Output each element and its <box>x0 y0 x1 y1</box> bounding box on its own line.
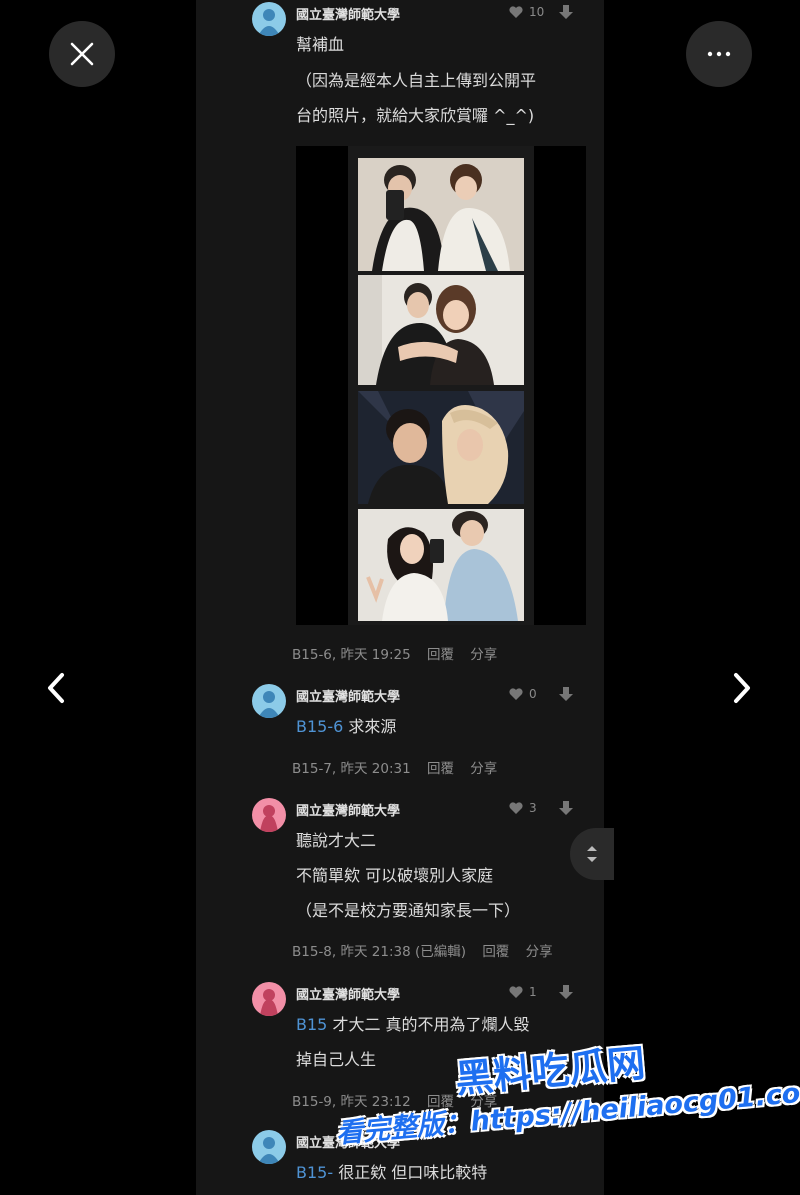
share-button[interactable]: 分享 <box>470 647 497 663</box>
comment-text-line: 不簡單欸 可以破壞別人家庭 <box>296 866 494 885</box>
comment-text-line: （因為是經本人自主上傳到公開平 <box>296 71 537 90</box>
arrow-down-icon[interactable] <box>558 800 574 816</box>
scroll-arrows-icon <box>587 846 597 862</box>
comment-floor-time: B15-7, 昨天 20:31 <box>292 761 411 777</box>
attached-photo[interactable] <box>296 146 586 625</box>
reply-button[interactable]: 回覆 <box>427 761 454 777</box>
chevron-right-icon <box>734 673 750 703</box>
reply-button[interactable]: 回覆 <box>482 944 509 960</box>
avatar[interactable] <box>252 2 286 36</box>
comment-floor-time: B15-6, 昨天 19:25 <box>292 647 411 663</box>
more-horizontal-icon <box>707 51 731 57</box>
comment-text-line: B15- 很正欸 但口味比較特 <box>296 1156 487 1190</box>
comment-author: 國立臺灣師範大學 <box>296 988 401 1003</box>
share-button[interactable]: 分享 <box>470 761 497 777</box>
heart-icon <box>509 6 523 18</box>
close-icon <box>70 42 94 66</box>
reply-button[interactable]: 回覆 <box>427 647 454 663</box>
comment-meta: B15-6, 昨天 19:25 回覆 分享 <box>292 643 509 663</box>
avatar[interactable] <box>252 684 286 718</box>
share-button[interactable]: 分享 <box>526 944 553 960</box>
floor-reference-link[interactable]: B15-6 <box>296 717 343 736</box>
comment-text-line: 掉自己人生 <box>296 1050 377 1069</box>
heart-icon <box>509 802 523 814</box>
scroll-handle[interactable] <box>570 828 614 880</box>
comment-text-line: 台的照片，就給大家欣賞囉 ^_^) <box>296 106 535 125</box>
avatar[interactable] <box>252 798 286 832</box>
like-button[interactable]: 10 <box>508 5 544 19</box>
arrow-down-icon[interactable] <box>558 984 574 1000</box>
comment-floor-time: B15-8, 昨天 21:38 (已編輯) <box>292 944 467 960</box>
arrow-down-icon[interactable] <box>558 4 574 20</box>
heart-icon <box>509 986 523 998</box>
comment-text-line: 聽說才大二 <box>296 831 377 850</box>
comment-author: 國立臺灣師範大學 <box>296 804 401 819</box>
like-button[interactable]: 3 <box>508 801 537 815</box>
comment-text-line: 幫補血 <box>296 35 345 54</box>
avatar[interactable] <box>252 982 286 1016</box>
photo-strip-frame-3 <box>358 391 524 504</box>
like-count: 1 <box>529 985 537 999</box>
like-count: 10 <box>529 5 545 19</box>
floor-reference-link[interactable]: B15 <box>296 1015 327 1034</box>
photo-strip <box>348 146 534 625</box>
heart-icon <box>509 688 523 700</box>
like-count: 3 <box>529 801 537 815</box>
comment-thread-panel: 國立臺灣師範大學 10 幫補血 （因為是經本人自主上傳到公開平 台的照片，就給大… <box>196 0 604 1195</box>
comment-author: 國立臺灣師範大學 <box>296 8 401 23</box>
chevron-left-icon <box>48 673 64 703</box>
comment-text: 才大二 真的不用為了爛人毀 <box>332 1015 530 1034</box>
comment-text: 很正欸 但口味比較特 <box>338 1163 488 1182</box>
like-button[interactable]: 1 <box>508 985 537 999</box>
comment-meta: B15-8, 昨天 21:38 (已編輯) 回覆 分享 <box>292 940 565 960</box>
previous-button[interactable] <box>36 668 76 708</box>
arrow-down-icon[interactable] <box>558 686 574 702</box>
comment-text: 求來源 <box>348 717 397 736</box>
comment-meta: B15-7, 昨天 20:31 回覆 分享 <box>292 757 509 777</box>
like-button[interactable]: 0 <box>508 687 537 701</box>
photo-strip-frame-1 <box>358 158 524 271</box>
close-button[interactable] <box>49 21 115 87</box>
comment-text-line: B15-6 求來源 <box>296 710 396 744</box>
comment-text-line: B15 才大二 真的不用為了爛人毀 <box>296 1008 530 1042</box>
photo-strip-frame-4 <box>358 509 524 621</box>
photo-strip-frame-2 <box>358 275 524 385</box>
more-options-button[interactable] <box>686 21 752 87</box>
comment-author: 國立臺灣師範大學 <box>296 690 401 705</box>
like-count: 0 <box>529 687 537 701</box>
avatar[interactable] <box>252 1130 286 1164</box>
comment-text-line: （是不是校方要通知家長一下） <box>296 901 521 920</box>
next-button[interactable] <box>722 668 762 708</box>
floor-reference-link[interactable]: B15- <box>296 1163 333 1182</box>
